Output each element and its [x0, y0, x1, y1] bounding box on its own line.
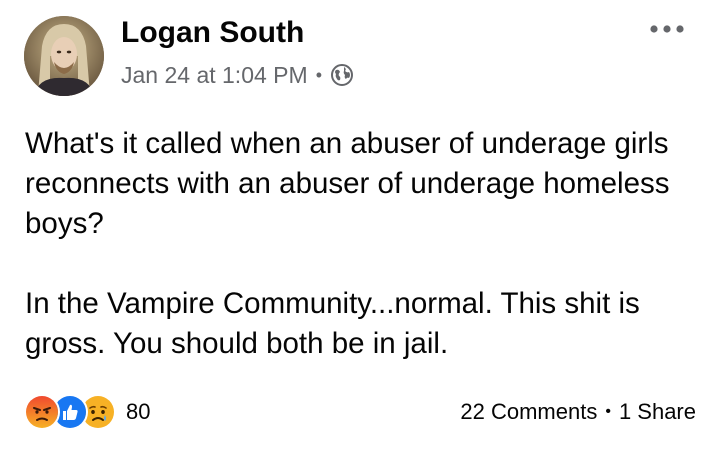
post-body: What's it called when an abuser of under…: [25, 124, 705, 364]
post-paragraph: What's it called when an abuser of under…: [25, 127, 670, 240]
post-stats: 22 Comments • 1 Share: [460, 394, 696, 430]
more-options-button[interactable]: [643, 14, 691, 44]
reactions-summary[interactable]: 80: [24, 394, 150, 430]
stats-separator: •: [605, 403, 611, 420]
more-options-icon: [650, 25, 684, 33]
post-paragraph: In the Vampire Community...normal. This …: [25, 287, 640, 360]
reaction-count: 80: [126, 399, 151, 424]
author-name[interactable]: Logan South: [121, 14, 304, 52]
angry-reaction-icon: [24, 394, 60, 430]
shares-count-link[interactable]: 1 Share: [619, 399, 696, 425]
globe-icon[interactable]: [330, 63, 354, 87]
post-card: Logan South Jan 24 at 1:04 PM • What's i…: [0, 0, 720, 455]
avatar-image: [24, 16, 104, 96]
comments-count-link[interactable]: 22 Comments: [460, 399, 597, 425]
meta-separator: •: [315, 64, 322, 85]
author-avatar[interactable]: [24, 16, 104, 96]
post-timestamp[interactable]: Jan 24 at 1:04 PM: [121, 62, 308, 89]
post-meta: Jan 24 at 1:04 PM •: [121, 58, 354, 92]
